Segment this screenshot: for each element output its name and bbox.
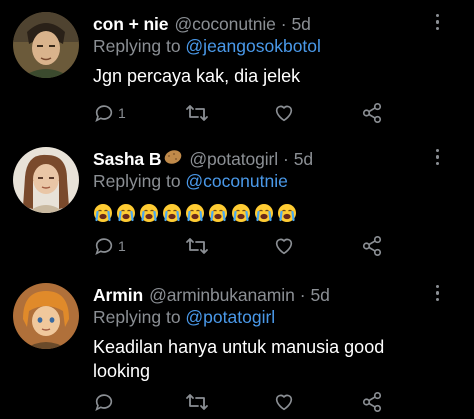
- crying-face-emoji-icon: [116, 203, 136, 223]
- crying-face-emoji-icon: [185, 203, 205, 223]
- heart-icon: [275, 105, 293, 122]
- retweet-icon: [186, 394, 208, 410]
- reply-count: 1: [118, 105, 126, 121]
- reply-button[interactable]: 1: [93, 102, 126, 124]
- separator-dot: ·: [299, 284, 306, 305]
- tweet-2[interactable]: Sasha B @potatogirl · 5d Replying to @co…: [0, 147, 474, 273]
- like-button[interactable]: [273, 235, 295, 257]
- reply-icon: [95, 238, 113, 255]
- tweet-emoji-row: [93, 200, 453, 223]
- avatar[interactable]: [13, 283, 79, 349]
- replying-to-mention[interactable]: @coconutnie: [185, 171, 287, 191]
- tweet-header: Sasha B @potatogirl · 5d: [93, 147, 313, 171]
- separator-dot: ·: [280, 13, 287, 34]
- retweet-icon: [186, 105, 208, 121]
- avatar-man-icon: [13, 12, 79, 78]
- action-bar: [93, 391, 393, 417]
- like-button[interactable]: [273, 102, 295, 124]
- heart-icon: [275, 394, 293, 411]
- crying-face-emoji-icon: [162, 203, 182, 223]
- replying-to-mention[interactable]: @potatogirl: [185, 307, 275, 327]
- retweet-button[interactable]: [185, 235, 209, 257]
- avatar-girl-icon: [13, 147, 79, 213]
- timestamp[interactable]: 5d: [294, 149, 313, 170]
- share-button[interactable]: [361, 391, 383, 413]
- more-options-icon[interactable]: [436, 14, 440, 34]
- tweet-header: Armin @arminbukanamin · 5d: [93, 283, 330, 307]
- share-icon: [362, 236, 382, 256]
- replying-to: Replying to @jeangosokbotol: [93, 36, 321, 60]
- display-name[interactable]: Sasha B: [93, 149, 161, 170]
- crying-face-emoji-icon: [254, 203, 274, 223]
- retweet-icon: [186, 238, 208, 254]
- separator-dot: ·: [283, 148, 289, 169]
- share-icon: [362, 103, 382, 123]
- action-bar: 1: [93, 102, 393, 128]
- replying-to-label: Replying to: [93, 171, 186, 191]
- action-bar: 1: [93, 235, 393, 261]
- tweet-header: con + nie @coconutnie · 5d: [93, 12, 311, 36]
- reply-button[interactable]: 1: [93, 235, 126, 257]
- user-handle[interactable]: @potatogirl: [189, 149, 278, 170]
- crying-face-emoji-icon: [93, 203, 113, 223]
- reply-icon: [95, 394, 113, 411]
- retweet-button[interactable]: [185, 391, 209, 413]
- avatar-blond-icon: [13, 283, 79, 349]
- heart-icon: [275, 238, 293, 255]
- tweet-text: Jgn percaya kak, dia jelek: [93, 66, 301, 86]
- replying-to: Replying to @potatogirl: [93, 307, 275, 331]
- avatar[interactable]: [13, 12, 79, 78]
- share-icon: [362, 392, 382, 412]
- replying-to-label: Replying to: [93, 36, 186, 56]
- reply-count: 1: [118, 238, 126, 254]
- display-name[interactable]: con + nie: [93, 14, 169, 35]
- avatar[interactable]: [13, 147, 79, 213]
- replying-to: Replying to @coconutnie: [93, 171, 288, 195]
- more-options-icon[interactable]: [436, 285, 440, 305]
- tweet-1[interactable]: con + nie @coconutnie · 5d Replying to @…: [0, 12, 474, 140]
- replying-to-label: Replying to: [93, 307, 186, 327]
- share-button[interactable]: [361, 102, 383, 124]
- reply-button[interactable]: [93, 391, 115, 413]
- potato-emoji-icon: [163, 148, 183, 171]
- user-handle[interactable]: @coconutnie: [174, 14, 275, 35]
- tweet-text: Keadilan hanya untuk manusia good lookin…: [93, 337, 385, 381]
- replying-to-mention[interactable]: @jeangosokbotol: [185, 36, 321, 56]
- crying-face-emoji-icon: [139, 203, 159, 223]
- share-button[interactable]: [361, 235, 383, 257]
- crying-face-emoji-icon: [208, 203, 228, 223]
- reply-icon: [95, 105, 113, 122]
- display-name[interactable]: Armin: [93, 285, 143, 306]
- timestamp[interactable]: 5d: [310, 285, 329, 306]
- more-options-icon[interactable]: [436, 149, 440, 169]
- crying-face-emoji-icon: [277, 203, 297, 223]
- retweet-button[interactable]: [185, 102, 209, 124]
- user-handle[interactable]: @arminbukanamin: [149, 285, 295, 306]
- crying-face-emoji-icon: [231, 203, 251, 223]
- tweet-3[interactable]: Armin @arminbukanamin · 5d Replying to @…: [0, 283, 474, 419]
- timestamp[interactable]: 5d: [292, 14, 311, 35]
- like-button[interactable]: [273, 391, 295, 413]
